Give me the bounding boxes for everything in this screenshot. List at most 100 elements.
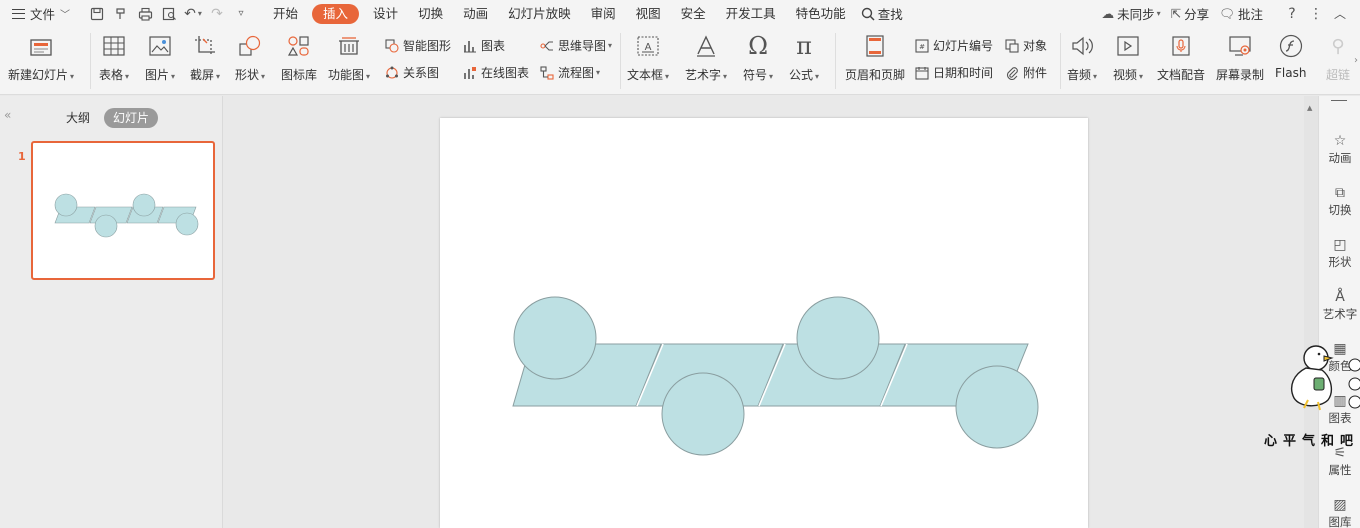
tab-special[interactable]: 特色功能 [786, 0, 856, 27]
tab-animation[interactable]: 动画 [453, 0, 498, 27]
date-time-button[interactable]: 日期和时间 [914, 64, 993, 81]
tab-home[interactable]: 开始 [263, 0, 308, 27]
func-chart-button[interactable]: 功能图 ▾ [328, 33, 370, 83]
tab-security[interactable]: 安全 [671, 0, 716, 27]
format-painter-icon[interactable] [109, 0, 133, 27]
sidebar-item-gallery[interactable]: ▨ 图库 [1319, 496, 1360, 528]
sync-label: 未同步 [1117, 7, 1155, 22]
sidebar-item-wordart[interactable]: Å 艺术字 [1319, 288, 1360, 322]
attachment-button[interactable]: 附件 [1004, 64, 1047, 81]
smart-shape-button[interactable]: 智能图形 [384, 37, 451, 54]
table-button[interactable]: 表格 ▾ [99, 33, 129, 83]
relation-button[interactable]: 关系图 [384, 64, 439, 81]
chart-label: 图表 [481, 39, 506, 53]
print-icon[interactable] [133, 0, 157, 27]
header-footer-icon [862, 33, 888, 59]
slide-number-label: 幻灯片编号 [933, 39, 994, 53]
comment-icon: 🗨 [1219, 5, 1235, 21]
screenshot-icon [192, 33, 218, 59]
sidebar-item-transition[interactable]: ⧉ 切换 [1319, 184, 1360, 218]
wordart-icon [693, 33, 719, 59]
screenshot-label: 截屏 [190, 68, 215, 82]
omega-icon: Ω [748, 32, 768, 60]
help-icon[interactable]: ? [1280, 0, 1304, 27]
customize-quick-access-icon[interactable]: ▿ [229, 0, 253, 27]
icon-lib-button[interactable]: 图标库 [281, 33, 317, 83]
screen-record-button[interactable]: 屏幕录制 [1216, 33, 1264, 83]
circle-shape[interactable] [796, 296, 880, 380]
table-label: 表格 [99, 68, 124, 82]
wordart-label: 艺术字 [685, 68, 722, 82]
online-chart-button[interactable]: 在线图表 [462, 64, 529, 81]
sidebar-item-label: 动画 [1328, 151, 1352, 165]
circle-shape[interactable] [661, 372, 745, 456]
undo-icon[interactable]: ↶ ▾ [181, 0, 205, 27]
sidebar-item-animation[interactable]: ☆ 动画 [1319, 132, 1360, 166]
comment-button[interactable]: 🗨 批注 [1214, 0, 1268, 27]
scroll-up-icon[interactable]: ▲ [1307, 104, 1312, 112]
tab-developer[interactable]: 开发工具 [716, 0, 786, 27]
icon-lib-label: 图标库 [281, 68, 318, 82]
shape-button[interactable]: 形状 ▾ [235, 33, 265, 83]
tab-outline[interactable]: 大纲 [66, 108, 90, 128]
circle-shape[interactable] [513, 296, 597, 380]
search-button[interactable]: 查找 [856, 0, 908, 27]
hyperlink-label: 超链 [1325, 68, 1350, 82]
audio-button[interactable]: 音频 ▾ [1067, 33, 1097, 83]
symbol-button[interactable]: Ω 符号 ▾ [743, 32, 773, 83]
online-chart-label: 在线图表 [481, 66, 530, 80]
textbox-label: 文本框 [627, 68, 664, 82]
tab-insert[interactable]: 插入 [312, 3, 360, 24]
slide-canvas[interactable] [440, 118, 1088, 528]
share-button[interactable]: ⇱ 分享 [1166, 0, 1215, 27]
textbox-button[interactable]: A 文本框 ▾ [627, 33, 669, 83]
vertical-scrollbar[interactable]: ▲ [1304, 96, 1318, 528]
flash-button[interactable]: Flash [1275, 33, 1306, 80]
hyperlink-button[interactable]: ⚲ 超链 [1325, 33, 1351, 83]
double-chevron-left-icon[interactable]: « [4, 108, 11, 122]
new-slide-icon [28, 33, 54, 59]
doc-dub-button[interactable]: 文档配音 [1157, 33, 1205, 83]
redo-icon[interactable]: ↷ [205, 0, 229, 27]
ribbon-toolbar: 新建幻灯片 ▾ 表格 ▾ 图片 ▾ 截屏 ▾ 形状 ▾ 图标库 功能图 ▾ 智能图形 关系图… [0, 27, 1360, 95]
chart-button[interactable]: 图表 [462, 37, 505, 54]
watermark-duck: 心平气和吧 [1262, 340, 1360, 450]
mindmap-button[interactable]: 思维导图 ▾ [539, 37, 612, 54]
tab-design[interactable]: 设计 [363, 0, 408, 27]
sidebar-item-shape[interactable]: ◰ 形状 [1319, 236, 1360, 270]
tab-review[interactable]: 审阅 [581, 0, 626, 27]
wordart-button[interactable]: 艺术字 ▾ [685, 33, 727, 83]
slide-number-button[interactable]: # 幻灯片编号 [914, 37, 993, 54]
more-icon[interactable]: ⋮ [1304, 0, 1328, 27]
collapse-ribbon-icon[interactable]: ︿ [1328, 0, 1352, 27]
video-button[interactable]: 视频 ▾ [1113, 33, 1143, 83]
sidebar-collapse-icon[interactable] [1331, 100, 1347, 101]
tab-transition[interactable]: 切换 [408, 0, 453, 27]
sync-button[interactable]: ☁ 未同步 ▾ [1097, 0, 1166, 27]
new-slide-button[interactable]: 新建幻灯片 ▾ [8, 33, 74, 83]
tab-slideshow[interactable]: 幻灯片放映 [498, 0, 581, 27]
online-chart-icon [462, 65, 478, 81]
formula-button[interactable]: π 公式 ▾ [789, 32, 819, 83]
object-button[interactable]: 对象 [1004, 37, 1047, 54]
slide-number: 1 [18, 150, 26, 163]
save-icon[interactable] [85, 0, 109, 27]
calendar-icon [914, 65, 930, 81]
tab-view[interactable]: 视图 [626, 0, 671, 27]
scroll-right-icon[interactable]: › [1354, 55, 1358, 66]
flowchart-button[interactable]: 流程图 ▾ [539, 64, 600, 81]
circle-shape[interactable] [955, 365, 1039, 449]
header-footer-button[interactable]: 页眉和页脚 [845, 33, 905, 83]
print-preview-icon[interactable] [157, 0, 181, 27]
icon-library-icon [286, 33, 312, 59]
new-slide-label: 新建幻灯片 [8, 68, 69, 82]
tab-slides[interactable]: 幻灯片 [104, 108, 159, 128]
file-menu-label: 文件 [30, 7, 56, 22]
picture-button[interactable]: 图片 ▾ [145, 33, 175, 83]
mindmap-label: 思维导图 [558, 39, 607, 53]
file-menu[interactable]: 文件 ﹀ [0, 0, 75, 27]
screenshot-button[interactable]: 截屏 ▾ [190, 33, 220, 83]
cloud-icon: ☁ [1101, 6, 1115, 21]
symbol-label: 符号 [743, 68, 768, 82]
slide-thumbnail[interactable] [31, 141, 215, 280]
